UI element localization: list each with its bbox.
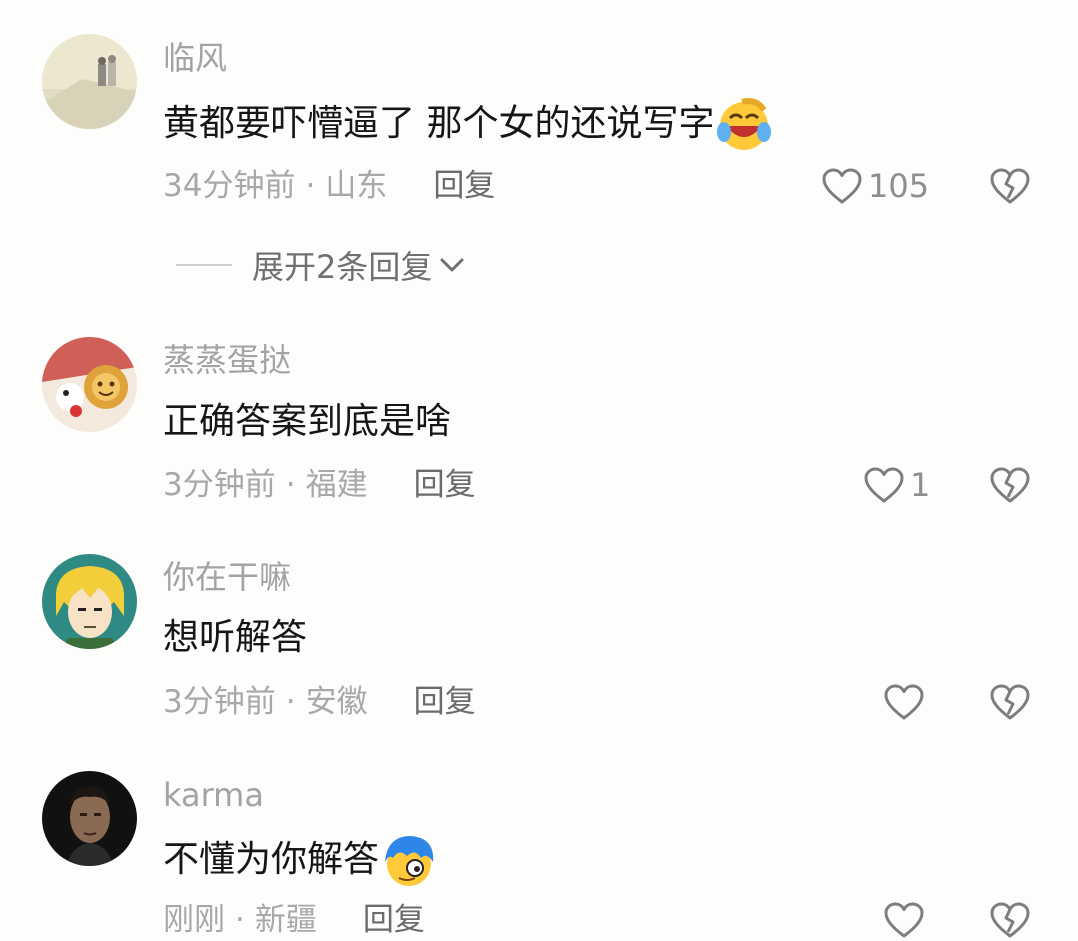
broken-heart-icon (990, 902, 1030, 938)
expand-replies-label: 展开2条回复 (252, 248, 433, 286)
comment-time: 刚刚 (163, 902, 225, 938)
comment-text-content: 不懂为你解答 (163, 839, 380, 880)
dislike-button[interactable] (988, 682, 1032, 722)
heart-outline-icon (822, 168, 862, 204)
avatar[interactable] (42, 34, 137, 129)
comment-meta: 3分钟前 · 安徽 回复 (163, 682, 476, 722)
expand-replies-button[interactable]: 展开2条回复 (176, 242, 466, 288)
comment-location: 福建 (305, 467, 368, 503)
reply-button[interactable]: 回复 (363, 900, 425, 940)
broken-heart-icon (990, 168, 1030, 204)
comment-meta: 34分钟前 · 山东 回复 (163, 166, 495, 206)
dislike-button[interactable] (988, 900, 1032, 940)
comment-text: 正确答案到底是啥 (163, 398, 451, 446)
meta-separator: · (235, 902, 245, 938)
blue-hair-emoji-icon (381, 832, 437, 888)
reply-button[interactable]: 回复 (414, 465, 476, 505)
comment-text-content: 黄都要吓懵逼了 那个女的还说写字 (163, 103, 715, 144)
avatar-image (42, 554, 137, 649)
broken-heart-icon (990, 467, 1030, 503)
laughing-crying-emoji-icon (716, 96, 772, 152)
broken-heart-icon (990, 684, 1030, 720)
comment-location: 新疆 (254, 902, 317, 938)
avatar[interactable] (42, 337, 137, 432)
avatar-image (42, 337, 137, 432)
comment-time: 3分钟前 (163, 467, 276, 503)
comment-location: 山东 (325, 168, 388, 204)
heart-outline-icon (864, 467, 904, 503)
avatar-image (42, 34, 137, 129)
heart-outline-icon (884, 902, 924, 938)
expand-divider (176, 264, 232, 266)
avatar[interactable] (42, 771, 137, 866)
comment-list: 临风 黄都要吓懵逼了 那个女的还说写字 34分钟前 · 山东 回复 105 展开… (0, 0, 1078, 941)
comment-time: 3分钟前 (163, 684, 276, 720)
chevron-down-icon (440, 258, 464, 272)
reply-button[interactable]: 回复 (433, 166, 495, 206)
dislike-button[interactable] (988, 166, 1032, 206)
comment-text: 不懂为你解答 (163, 832, 437, 888)
heart-outline-icon (884, 684, 924, 720)
comment-item: 临风 黄都要吓懵逼了 那个女的还说写字 34分钟前 · 山东 回复 105 展开… (0, 0, 1078, 300)
username[interactable]: karma (163, 775, 264, 815)
meta-separator: · (285, 684, 296, 720)
comment-meta: 3分钟前 · 福建 回复 (163, 465, 476, 505)
comment-text-content: 正确答案到底是啥 (163, 401, 452, 442)
reply-button[interactable]: 回复 (414, 682, 476, 722)
comment-text: 想听解答 (163, 614, 307, 662)
comment-meta: 刚刚 · 新疆 回复 (163, 900, 425, 940)
username[interactable]: 蒸蒸蛋挞 (163, 340, 291, 380)
like-button[interactable] (882, 682, 930, 722)
like-button[interactable]: 1 (862, 465, 930, 505)
meta-separator: · (285, 467, 296, 503)
comment-time: 34分钟前 (163, 168, 296, 204)
comment-location: 安徽 (305, 684, 368, 720)
avatar-image (42, 771, 137, 866)
meta-separator: · (305, 168, 316, 204)
dislike-button[interactable] (988, 465, 1032, 505)
username[interactable]: 临风 (163, 38, 227, 78)
like-count: 105 (868, 167, 930, 205)
like-count: 1 (910, 466, 931, 504)
like-button[interactable] (882, 900, 930, 940)
comment-text: 黄都要吓懵逼了 那个女的还说写字 (163, 96, 772, 152)
avatar[interactable] (42, 554, 137, 649)
comment-text-content: 想听解答 (163, 617, 308, 658)
like-button[interactable]: 105 (820, 166, 929, 206)
username[interactable]: 你在干嘛 (163, 557, 291, 597)
